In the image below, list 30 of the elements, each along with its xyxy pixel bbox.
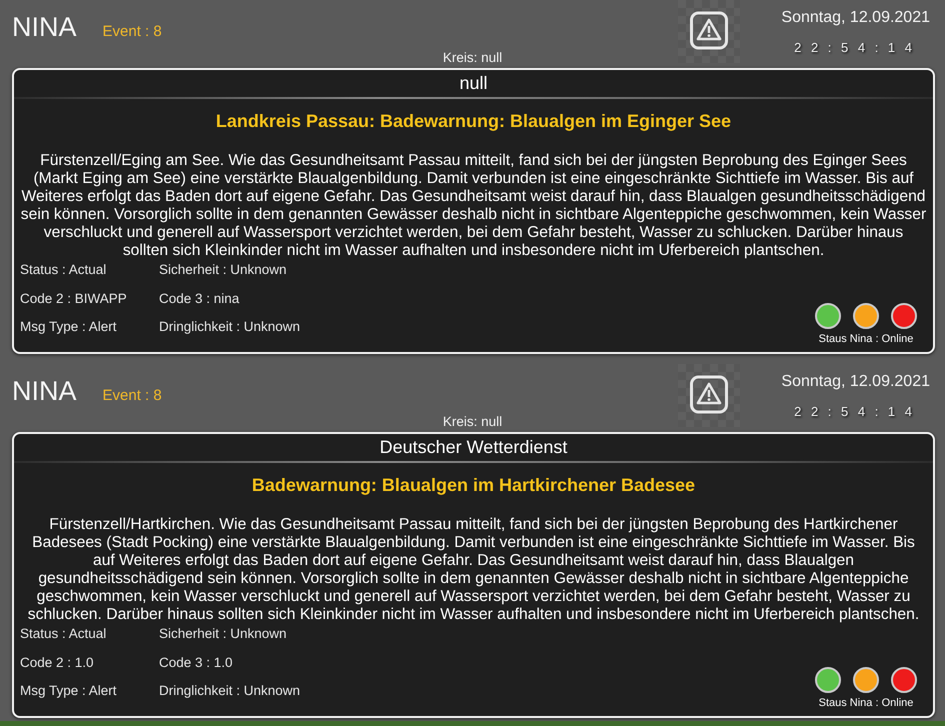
sender-title: Deutscher Wetterdienst bbox=[378, 436, 568, 459]
info-field: Dringlichkeit : Unknown bbox=[159, 318, 300, 336]
info-field: Dringlichkeit : Unknown bbox=[159, 682, 300, 700]
status-label: Staus Nina : Online bbox=[818, 333, 914, 346]
clock-time: 2 2 : 5 4 : 1 4 bbox=[794, 39, 915, 57]
info-field: Status : Actual bbox=[20, 625, 159, 643]
info-field: Code 2 : BIWAPP bbox=[20, 290, 159, 308]
app-name: NINA bbox=[12, 375, 77, 407]
info-field: Code 2 : 1.0 bbox=[20, 654, 159, 672]
status-label: Staus Nina : Online bbox=[818, 697, 914, 710]
info-field: Code 3 : nina bbox=[159, 290, 300, 308]
alert-description: Fürstenzell/Hartkirchen. Wie das Gesundheitsamt Passau mitteilt, fand sich bei der jüngsten Beprobung des Hartkirchener Badesees (Stadt Pocking) eine verstärkte Blaualgenbildung. Damit verbunden ist eine eingeschränkte Sichttiefe im Wasser. Bis auf Weiteres erfolgt das Baden dort auf eigene Gefahr. Das Gesundheitsamt weist darauf hin, dass Blaualgen gesundheitsschädigend sein können. Vorsorglich sollte in dem genannten Gewässer deshalb nicht in sichtbare Algenteppiche geschwommen, kein Wasser verschluckt und generell auf Wassersport verzichtet werden, bei dem Gefahr besteht, Wasser zu schlucken. Darüber hinaus sollten sich Kleinkinder nicht im Wasser aufhalten und insbesondere nicht im Uferbereich plantschen. bbox=[26, 516, 920, 624]
event-count: Event : 8 bbox=[102, 387, 162, 405]
clock-time: 2 2 : 5 4 : 1 4 bbox=[794, 403, 915, 421]
district-label: Kreis: null bbox=[442, 414, 502, 430]
date-text: Sonntag, 12.09.2021 bbox=[781, 372, 930, 392]
sender-title: null bbox=[458, 72, 489, 95]
info-field: Msg Type : Alert bbox=[20, 682, 159, 700]
alert-description: Fürstenzell/Eging am See. Wie das Gesundheitsamt Passau mitteilt, fand sich bei der jüngsten Beprobung des Eginger Sees (Markt Eging am See) eine verstärkte Blaualgenbildung. Damit verbunden ist eine eingeschränkte Sichttiefe im Wasser. Bis auf Weiteres erfolgt das Baden dort auf eigene Gefahr. Das Gesundheitsamt weist darauf hin, dass Blaualgen gesundheitsschädigend sein können. Vorsorglich sollte in dem genannten Gewässer deshalb nicht in sichtbare Algenteppiche geschwommen, kein Wasser verschluckt und generell auf Wassersport verzichtet werden, bei dem Gefahr besteht, Wasser zu schlucken. Darüber hinaus sollten sich Kleinkinder nicht im Wasser aufhalten und insbesondere nicht im Uferbereich plantschen. bbox=[20, 152, 927, 260]
date-text: Sonntag, 12.09.2021 bbox=[781, 8, 930, 28]
alert-headline: Badewarnung: Blaualgen im Hartkirchener Badesee bbox=[250, 475, 696, 495]
district-label: Kreis: null bbox=[442, 50, 502, 66]
info-field: Sicherheit : Unknown bbox=[159, 625, 300, 643]
info-field: Sicherheit : Unknown bbox=[159, 261, 300, 279]
app-name: NINA bbox=[12, 11, 77, 43]
info-field: Code 3 : 1.0 bbox=[159, 654, 300, 672]
info-field: Msg Type : Alert bbox=[20, 318, 159, 336]
event-count: Event : 8 bbox=[102, 23, 162, 41]
alert-headline: Landkreis Passau: Badewarnung: Blaualgen im Eginger See bbox=[214, 111, 732, 131]
info-field: Status : Actual bbox=[20, 261, 159, 279]
